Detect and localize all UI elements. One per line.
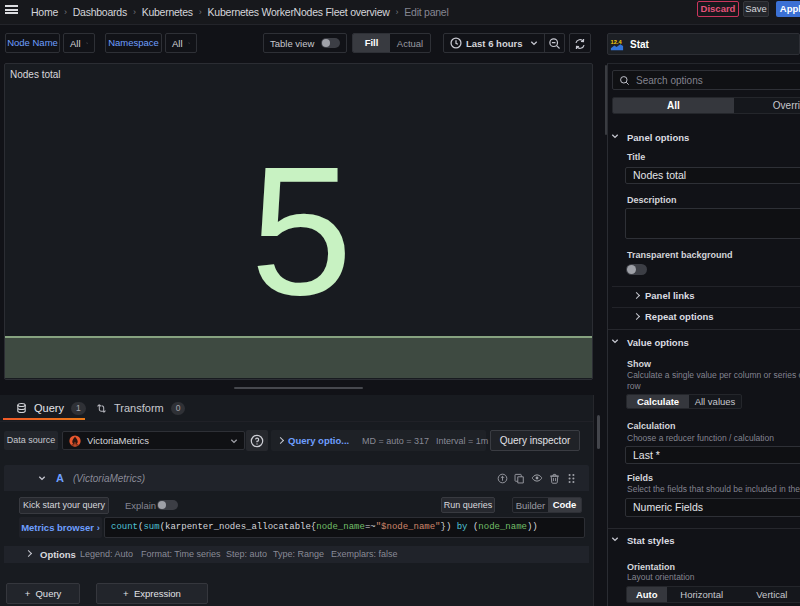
svg-text:12.4: 12.4	[611, 38, 623, 44]
